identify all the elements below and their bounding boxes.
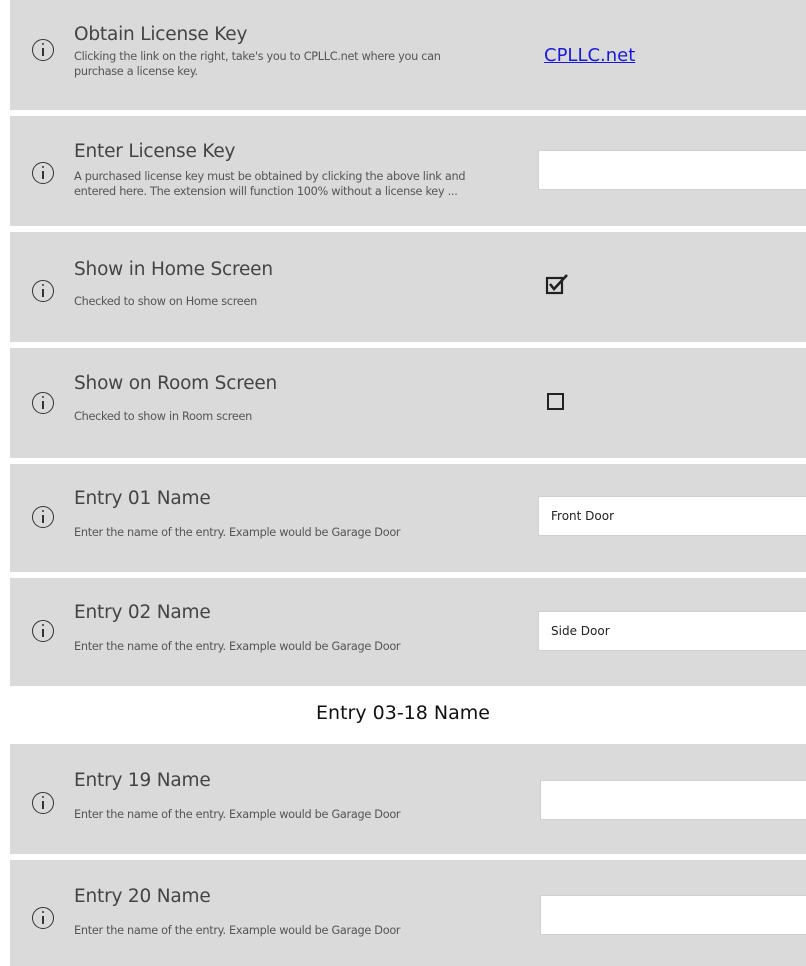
- entry-20-panel: Entry 20 Name Enter the name of the entr…: [10, 860, 806, 966]
- entry-01-panel: Entry 01 Name Enter the name of the entr…: [10, 464, 806, 572]
- enter-license-key-title: Enter License Key: [74, 141, 236, 162]
- info-icon[interactable]: [32, 506, 54, 528]
- obtain-license-key-title: Obtain License Key: [74, 24, 248, 45]
- entry-02-description: Enter the name of the entry. Example wou…: [74, 640, 401, 653]
- room-screen-checkbox[interactable]: [547, 393, 564, 410]
- entry-19-panel: Entry 19 Name Enter the name of the entr…: [10, 744, 806, 854]
- entry-01-description: Enter the name of the entry. Example wou…: [74, 526, 401, 539]
- show-home-screen-description: Checked to show on Home screen: [74, 295, 257, 308]
- entry-19-description: Enter the name of the entry. Example wou…: [74, 808, 401, 821]
- entry-19-title: Entry 19 Name: [74, 770, 211, 791]
- enter-license-desc-line1: A purchased license key must be obtained…: [74, 170, 466, 183]
- entry-02-input[interactable]: Side Door: [538, 611, 806, 651]
- show-home-screen-title: Show in Home Screen: [74, 259, 273, 280]
- home-screen-checkbox[interactable]: [545, 273, 571, 297]
- checkbox-box: [545, 276, 564, 295]
- entry-02-panel: Entry 02 Name Enter the name of the entr…: [10, 578, 806, 686]
- license-key-input[interactable]: [538, 150, 806, 190]
- enter-license-key-panel: Enter License Key A purchased license ke…: [10, 116, 806, 226]
- entry-20-input[interactable]: [540, 895, 806, 935]
- cpllc-link[interactable]: CPLLC.net: [544, 45, 635, 66]
- entry-02-title: Entry 02 Name: [74, 602, 211, 623]
- enter-license-key-description: A purchased license key must be obtained…: [74, 170, 524, 199]
- info-icon[interactable]: [32, 39, 54, 61]
- entry-03-18-section-label: Entry 03-18 Name: [316, 702, 490, 724]
- entry-19-input[interactable]: [540, 780, 806, 820]
- entry-20-description: Enter the name of the entry. Example wou…: [74, 924, 401, 937]
- obtain-license-desc-line1: Clicking the link on the right, take's y…: [74, 50, 441, 63]
- entry-01-title: Entry 01 Name: [74, 488, 211, 509]
- info-icon[interactable]: [32, 162, 54, 184]
- entry-01-input[interactable]: Front Door: [538, 496, 806, 536]
- info-icon[interactable]: [32, 907, 54, 929]
- info-icon[interactable]: [32, 392, 54, 414]
- show-room-screen-panel: Show on Room Screen Checked to show in R…: [10, 348, 806, 458]
- info-icon[interactable]: [32, 620, 54, 642]
- obtain-license-key-panel: Obtain License Key Clicking the link on …: [10, 0, 806, 110]
- entry-20-title: Entry 20 Name: [74, 886, 211, 907]
- obtain-license-desc-line2: purchase a license key.: [74, 64, 198, 78]
- show-room-screen-title: Show on Room Screen: [74, 373, 278, 394]
- info-icon[interactable]: [32, 792, 54, 814]
- show-room-screen-description: Checked to show in Room screen: [74, 410, 252, 423]
- info-icon[interactable]: [32, 280, 54, 302]
- show-home-screen-panel: Show in Home Screen Checked to show on H…: [10, 232, 806, 342]
- obtain-license-key-description: Clicking the link on the right, take's y…: [74, 50, 524, 79]
- enter-license-desc-line2: entered here. The extension will functio…: [74, 184, 458, 198]
